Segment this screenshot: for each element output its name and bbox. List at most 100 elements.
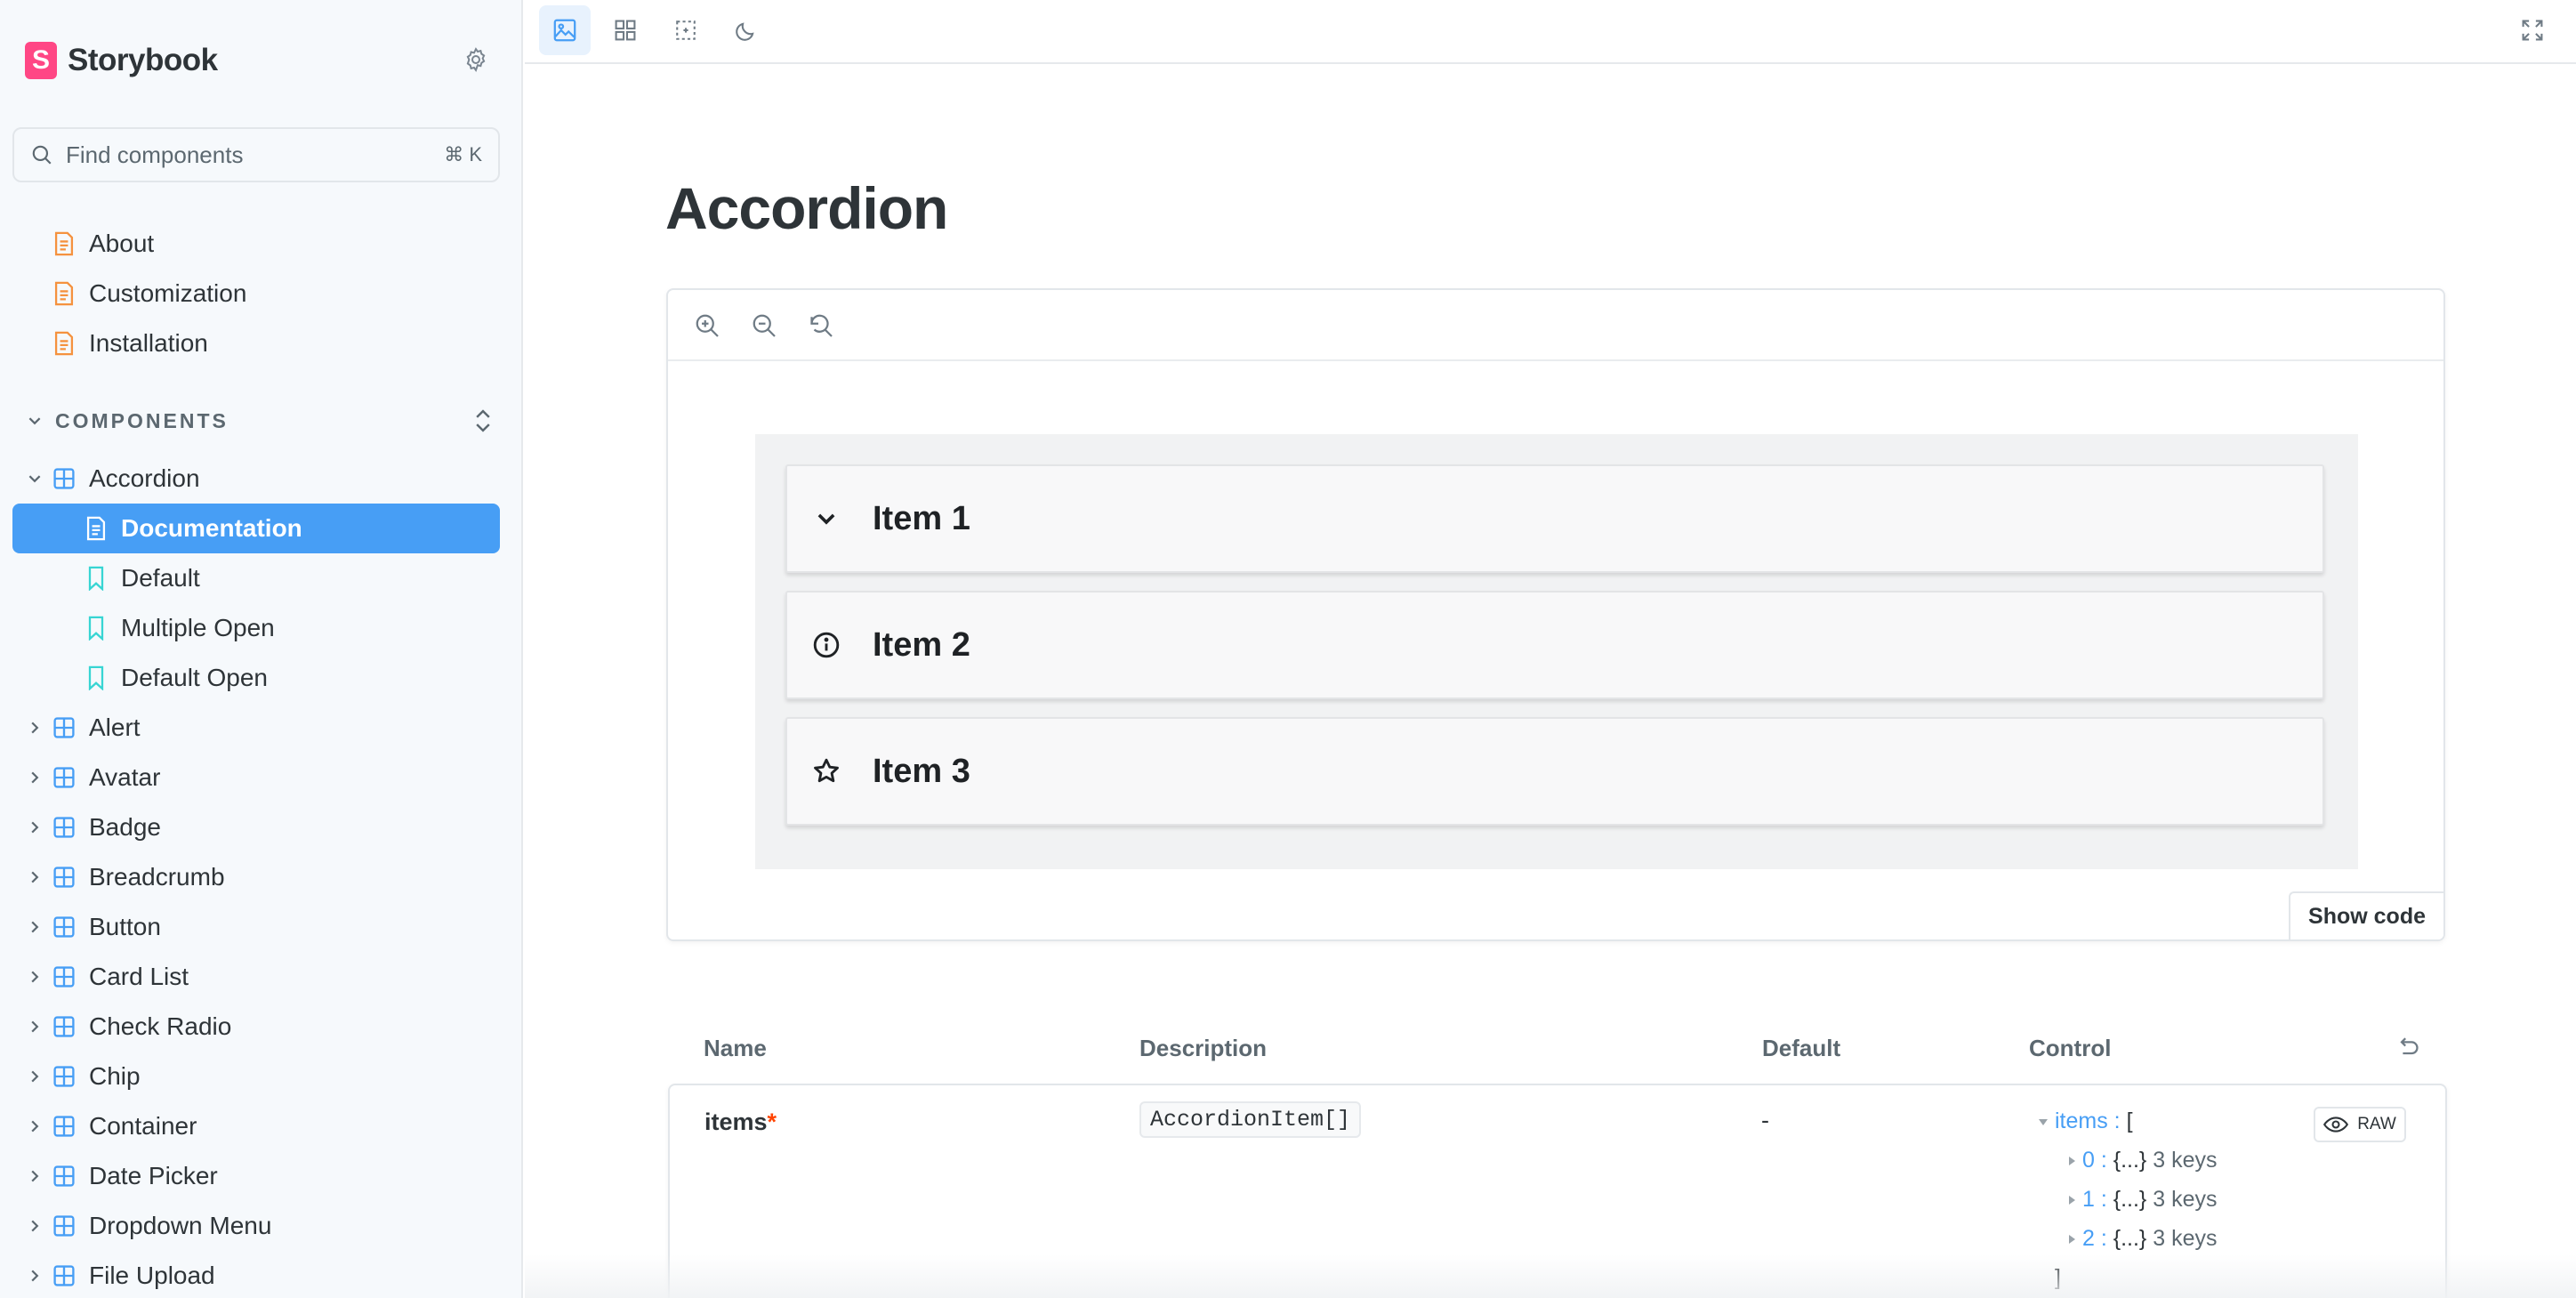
component-icon: [52, 865, 76, 890]
search-input[interactable]: [66, 141, 445, 169]
search-box[interactable]: ⌘ K: [12, 127, 500, 182]
document-icon: [52, 281, 76, 306]
sidebar-item-installation[interactable]: Installation: [12, 318, 500, 368]
json-key-count: 3 keys: [2153, 1226, 2218, 1251]
raw-toggle-button[interactable]: RAW: [2314, 1107, 2406, 1142]
zoom-reset-button[interactable]: [803, 308, 839, 343]
accordion-item-label: Item 2: [873, 625, 970, 664]
zoom-out-button[interactable]: [746, 308, 782, 343]
json-index: 2: [2082, 1226, 2095, 1251]
sidebar-item-customization[interactable]: Customization: [12, 269, 500, 318]
zoom-in-button[interactable]: [689, 308, 725, 343]
expand-triangle-icon: [2069, 1235, 2075, 1245]
sidebar-item-dropdown-menu[interactable]: Dropdown Menu: [12, 1201, 500, 1251]
storybook-logo-icon: S: [25, 42, 57, 79]
expand-triangle-icon: [2069, 1157, 2075, 1166]
preview-zoom-bar: [668, 290, 2443, 361]
expand-collapse-all-icon[interactable]: [470, 406, 496, 436]
sidebar-item-accordion[interactable]: Accordion: [12, 454, 500, 504]
json-close-bracket: ]: [2055, 1265, 2061, 1290]
sidebar-item-chip[interactable]: Chip: [12, 1052, 500, 1101]
zoom-out-icon: [753, 314, 776, 337]
brand[interactable]: S Storybook: [25, 39, 218, 82]
column-header-default: Default: [1762, 1035, 1841, 1061]
story-preview: Item 1 Item 2 Item 3 Show code: [666, 288, 2445, 941]
outline-toggle-button[interactable]: [660, 5, 712, 55]
sidebar-item-file-upload[interactable]: File Upload: [12, 1251, 500, 1298]
search-shortcut: ⌘ K: [444, 143, 482, 165]
zoom-reset-icon: [810, 314, 833, 337]
expand-triangle-icon: [2069, 1196, 2075, 1205]
component-icon: [52, 815, 76, 840]
sidebar-item-default[interactable]: Default: [12, 553, 500, 603]
sidebar-item-alert[interactable]: Alert: [12, 703, 500, 753]
bookmark-icon: [84, 566, 109, 591]
component-icon: [52, 1014, 76, 1039]
fullscreen-button[interactable]: [2507, 5, 2558, 55]
bookmark-icon: [84, 616, 109, 641]
chevron-down-icon: [810, 503, 842, 535]
canvas-view-button[interactable]: [539, 5, 591, 55]
component-icon: [52, 466, 76, 491]
prop-type: AccordionItem[]: [1139, 1101, 1362, 1138]
table-row-name: items*: [704, 1109, 777, 1136]
sidebar-item-label: Default Open: [121, 664, 268, 691]
accordion-item-3[interactable]: Item 3: [785, 717, 2324, 826]
sidebar-item-avatar[interactable]: Avatar: [12, 753, 500, 802]
sidebar-item-label: Accordion: [89, 464, 200, 492]
json-summary: {...}: [2113, 1226, 2147, 1251]
json-root-toggle[interactable]: items : [: [2039, 1109, 2133, 1134]
outline-icon: [676, 20, 696, 40]
collapse-triangle-icon: [2039, 1118, 2048, 1125]
sidebar-item-default-open[interactable]: Default Open: [12, 653, 500, 703]
component-icon: [52, 1164, 76, 1189]
chevron-right-icon: [25, 867, 44, 887]
json-entry-2[interactable]: 2 : {...} 3 keys: [2069, 1226, 2218, 1252]
json-entry-1[interactable]: 1 : {...} 3 keys: [2069, 1187, 2218, 1213]
accordion-item-1[interactable]: Item 1: [785, 464, 2324, 573]
sidebar-item-multiple-open[interactable]: Multiple Open: [12, 603, 500, 653]
chevron-down-icon: [25, 469, 44, 488]
document-icon: [52, 331, 76, 356]
column-header-name: Name: [704, 1035, 767, 1061]
sidebar-item-badge[interactable]: Badge: [12, 802, 500, 852]
show-code-button[interactable]: Show code: [2289, 891, 2443, 939]
eye-icon: [2323, 1117, 2349, 1133]
settings-gear-icon[interactable]: [461, 44, 491, 75]
sidebar-item-label: Default: [121, 564, 200, 592]
sidebar-item-label: Check Radio: [89, 1012, 232, 1040]
sidebar-item-breadcrumb[interactable]: Breadcrumb: [12, 852, 500, 902]
json-key: items: [2055, 1109, 2108, 1133]
undo-icon: [2400, 1037, 2419, 1055]
page-title: Accordion: [665, 175, 948, 241]
json-index: 1: [2082, 1187, 2095, 1212]
sidebar-item-container[interactable]: Container: [12, 1101, 500, 1151]
sidebar: S Storybook ⌘ K About Customization Inst…: [0, 0, 523, 1298]
sidebar-item-label: Container: [89, 1112, 197, 1140]
column-header-control: Control: [2029, 1035, 2112, 1061]
chevron-right-icon: [25, 1216, 44, 1236]
sidebar-item-label: Badge: [89, 813, 161, 841]
sidebar-item-about[interactable]: About: [12, 219, 500, 269]
components-section-header[interactable]: COMPONENTS: [25, 406, 496, 436]
sidebar-item-label: Breadcrumb: [89, 863, 225, 891]
reset-controls-button[interactable]: [2393, 1032, 2423, 1062]
chevron-down-icon: [25, 411, 44, 431]
sidebar-item-label: Button: [89, 913, 161, 940]
accordion-item-2[interactable]: Item 2: [785, 591, 2324, 699]
theme-toggle-button[interactable]: [720, 5, 772, 55]
grid-icon: [615, 20, 636, 41]
grid-toggle-button[interactable]: [600, 5, 651, 55]
column-header-description: Description: [1139, 1035, 1268, 1061]
component-icon: [52, 1213, 76, 1238]
sidebar-item-card-list[interactable]: Card List: [12, 952, 500, 1002]
sidebar-item-date-picker[interactable]: Date Picker: [12, 1151, 500, 1201]
sidebar-item-button[interactable]: Button: [12, 902, 500, 952]
star-icon: [810, 755, 842, 787]
accordion-item-label: Item 1: [873, 499, 970, 537]
sidebar-item-documentation[interactable]: Documentation: [12, 504, 500, 553]
document-icon: [52, 231, 76, 256]
sidebar-item-check-radio[interactable]: Check Radio: [12, 1002, 500, 1052]
json-entry-0[interactable]: 0 : {...} 3 keys: [2069, 1148, 2218, 1173]
sidebar-item-label: Chip: [89, 1062, 141, 1090]
